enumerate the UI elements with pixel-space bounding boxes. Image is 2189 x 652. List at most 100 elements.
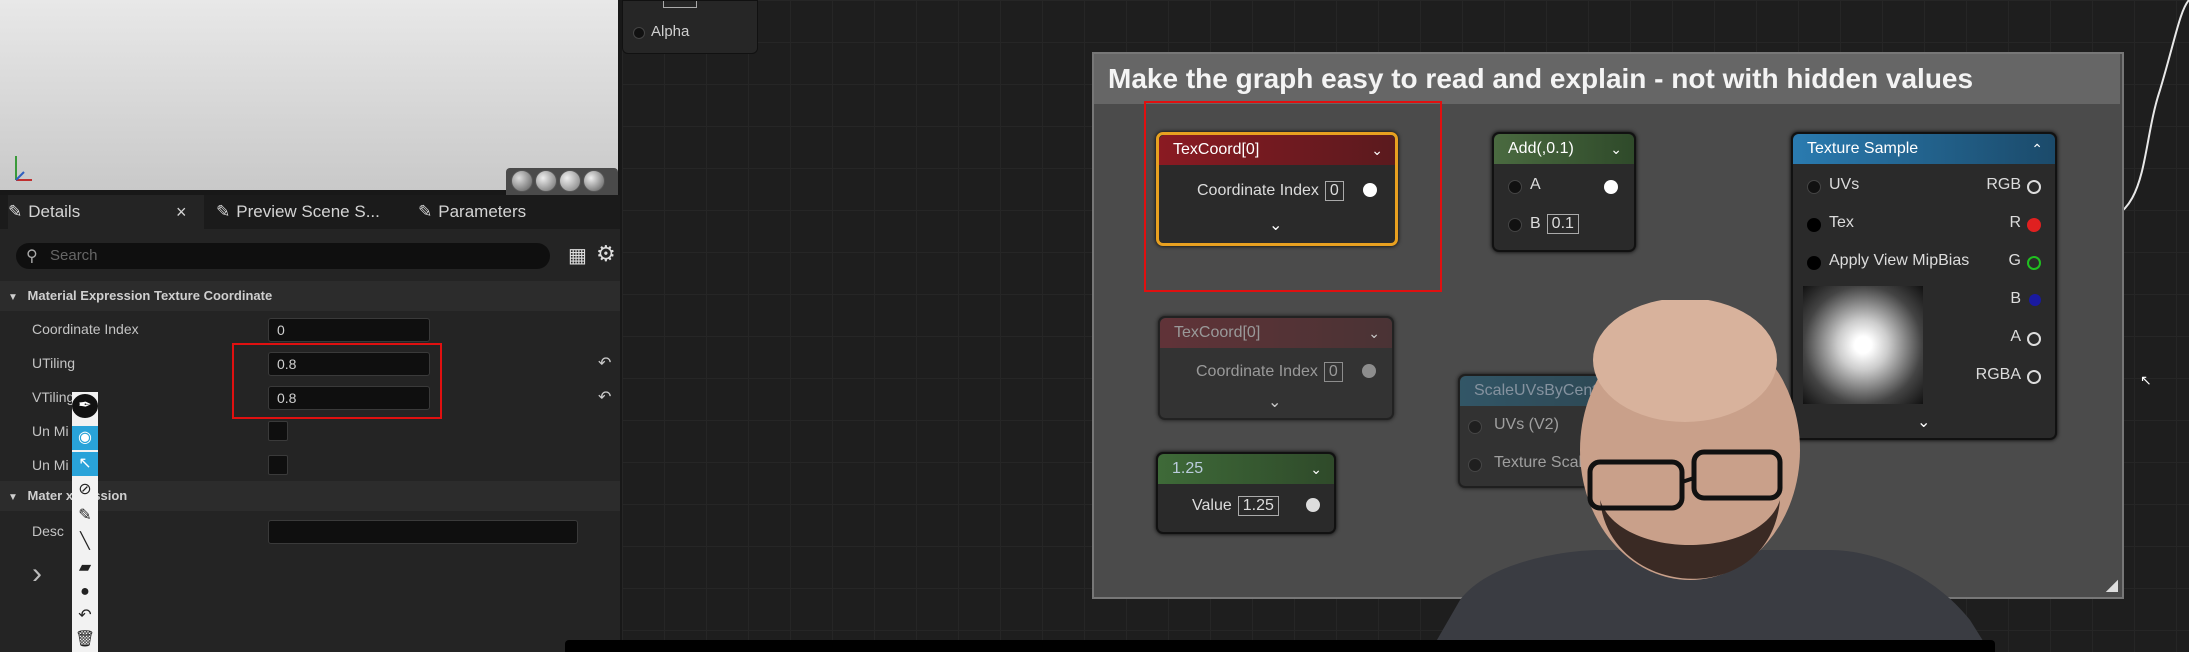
add-node[interactable]: Add(,0.1) ⌄ A B 0.1 <box>1492 132 1636 252</box>
tab-preview-scene-settings[interactable]: ✎ Preview Scene S... <box>216 195 380 229</box>
search-icon: ⚲ <box>26 248 38 265</box>
a-label: A <box>2010 328 2021 345</box>
pin-a-label: A <box>1530 176 1541 193</box>
cube-preview-icon[interactable] <box>583 170 605 192</box>
rgb-label: RGB <box>1986 176 2021 193</box>
pin-b-label: B <box>1530 215 1541 232</box>
value-box <box>663 1 697 8</box>
search-input[interactable]: ⚲ Search <box>16 243 550 269</box>
highlighter-icon[interactable]: ▰ <box>72 556 98 580</box>
pin-b-value[interactable]: 0.1 <box>1546 214 1579 234</box>
material-preview-viewport[interactable] <box>0 0 618 226</box>
expand-chevron-icon[interactable]: ⌄ <box>1268 392 1281 412</box>
section-title: Material Expression Texture Coordinate <box>27 288 273 303</box>
output-pin[interactable] <box>1604 180 1618 194</box>
reset-icon[interactable]: ↶ <box>598 387 611 407</box>
texcoord2-header[interactable]: TexCoord[0] ⌄ <box>1160 318 1392 348</box>
input-pin-b[interactable] <box>1508 218 1522 232</box>
output-pin[interactable] <box>1362 364 1376 378</box>
mipbias-input-pin[interactable] <box>1807 256 1821 270</box>
axis-gizmo-icon <box>15 156 32 181</box>
dot-icon[interactable]: ● <box>72 580 98 604</box>
chevron-up-icon[interactable]: ⌃ <box>2031 134 2043 164</box>
chevron-down-icon[interactable]: ⌄ <box>1368 318 1380 348</box>
rgba-output-pin[interactable] <box>2027 370 2041 384</box>
texture-sample-header[interactable]: Texture Sample ⌃ <box>1793 134 2055 164</box>
output-pin[interactable] <box>1306 498 1320 512</box>
cursor-arrow-icon[interactable]: ↖ <box>72 452 98 476</box>
desc-label: Desc <box>32 523 64 539</box>
chevron-down-icon[interactable]: ⌄ <box>1310 454 1322 484</box>
caption-bar <box>565 640 1995 652</box>
input-pin-a[interactable] <box>1508 180 1522 194</box>
presenter-webcam-overlay <box>1430 300 1990 652</box>
tab-details[interactable]: ✎ Details × <box>8 195 204 229</box>
chevron-down-icon[interactable]: ⌄ <box>1610 134 1622 164</box>
plane-preview-icon[interactable] <box>559 170 581 192</box>
mipbias-label: Apply View MipBias <box>1829 252 1970 269</box>
pin-value[interactable]: 1.25 <box>1237 496 1279 516</box>
highlight-rect-texcoord <box>1144 101 1442 292</box>
un-mirror-u-checkbox[interactable] <box>268 421 288 441</box>
pin-label: Coordinate Index <box>1196 363 1318 380</box>
un-mirror-v-label: Un Mi <box>32 457 69 473</box>
mouse-cursor-icon: ↖ <box>2140 372 2152 388</box>
coordinate-index-label: Coordinate Index <box>32 321 139 337</box>
cylinder-preview-icon[interactable] <box>511 170 533 192</box>
pencil-icon[interactable]: ✎ <box>72 504 98 528</box>
node-title: TexCoord[0] <box>1174 324 1261 341</box>
eraser-off-icon[interactable]: ⊘ <box>72 478 98 502</box>
b-output-pin[interactable] <box>2029 294 2041 306</box>
alpha-pin-label: Alpha <box>651 23 690 40</box>
uvs-input-pin[interactable] <box>1807 180 1821 194</box>
tex-label: Tex <box>1829 214 1854 231</box>
uvs-label: UVs <box>1829 176 1860 193</box>
reset-icon[interactable]: ↶ <box>598 353 611 373</box>
pin-label: Value <box>1192 497 1232 514</box>
node-title: Add(,0.1) <box>1508 140 1574 157</box>
section-header-texture-coordinate[interactable]: ▼ Material Expression Texture Coordinate <box>0 281 620 311</box>
table-view-icon[interactable]: ▦ <box>568 243 587 268</box>
close-icon[interactable]: × <box>176 195 187 229</box>
add-node-header[interactable]: Add(,0.1) ⌄ <box>1494 134 1634 164</box>
line-icon[interactable]: ╲ <box>72 530 98 554</box>
tab-preview-label: Preview Scene S... <box>236 202 380 221</box>
pencil-icon: ✎ <box>8 202 23 221</box>
gear-icon[interactable]: ⚙ <box>596 241 616 267</box>
sphere-preview-icon[interactable] <box>535 170 557 192</box>
pen-tip-icon[interactable]: ✒ <box>72 394 98 418</box>
a-output-pin[interactable] <box>2027 332 2041 346</box>
vtiling-label: VTiling <box>32 389 75 405</box>
pencil-icon: ✎ <box>418 202 433 221</box>
r-label: R <box>2009 214 2021 231</box>
eye-icon[interactable]: ◉ <box>72 426 98 450</box>
coordinate-index-field[interactable]: 0 <box>268 318 430 342</box>
constant-node[interactable]: 1.25 ⌄ Value 1.25 <box>1156 452 1336 534</box>
chevron-right-icon[interactable]: › <box>32 557 42 591</box>
comment-title[interactable]: Make the graph easy to read and explain … <box>1094 54 2120 104</box>
utiling-label: UTiling <box>32 355 76 371</box>
resize-handle-icon[interactable]: ◢ <box>2106 575 2118 595</box>
node-title: 1.25 <box>1172 460 1204 477</box>
rgb-output-pin[interactable] <box>2027 180 2041 194</box>
g-label: G <box>2008 252 2021 269</box>
highlight-rect-tiling <box>232 343 442 419</box>
tab-parameters[interactable]: ✎ Parameters <box>418 195 526 229</box>
tex-input-pin[interactable] <box>1807 218 1821 232</box>
g-output-pin[interactable] <box>2027 256 2041 270</box>
coordinate-index-pin: Coordinate Index 0 <box>1196 362 1343 382</box>
alpha-pin[interactable] <box>633 27 645 39</box>
undo-icon[interactable]: ↶ <box>72 604 98 628</box>
value-pin: Value 1.25 <box>1192 496 1279 516</box>
collapse-arrow-icon: ▼ <box>8 292 18 303</box>
trash-icon[interactable]: 🗑 <box>72 628 98 652</box>
texcoord-node-disabled[interactable]: TexCoord[0] ⌄ Coordinate Index 0 ⌄ <box>1158 316 1394 420</box>
r-output-pin[interactable] <box>2027 218 2041 232</box>
desc-field[interactable] <box>268 520 578 544</box>
pin-value[interactable]: 0 <box>1323 362 1343 382</box>
partial-node[interactable]: Alpha <box>622 0 758 54</box>
constant-node-header[interactable]: 1.25 ⌄ <box>1158 454 1334 484</box>
tab-details-label: Details <box>28 202 81 221</box>
pencil-icon: ✎ <box>216 202 231 221</box>
un-mirror-v-checkbox[interactable] <box>268 455 288 475</box>
